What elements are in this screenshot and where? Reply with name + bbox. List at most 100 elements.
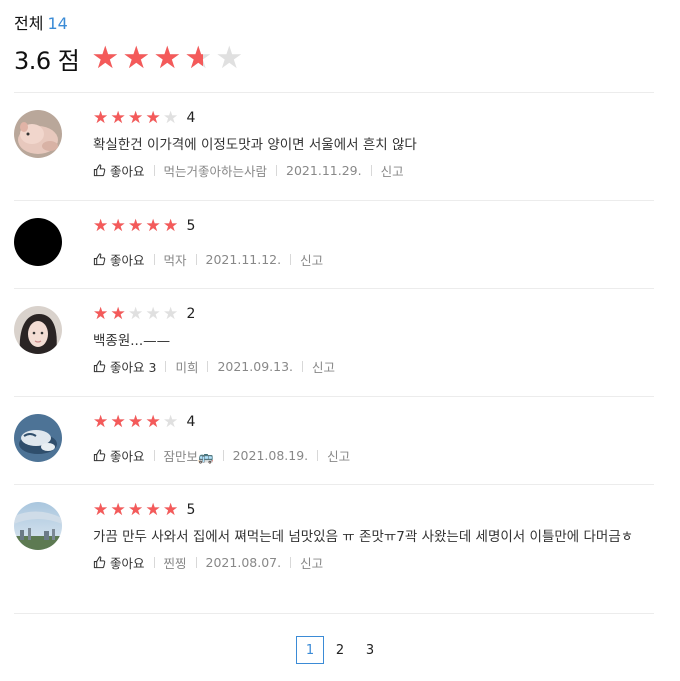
star-rating: ★ ★ ★ ★ ★ ★ ★ bbox=[93, 303, 181, 324]
like-label: 좋아요 bbox=[110, 555, 145, 571]
report-link[interactable]: 신고 bbox=[381, 161, 404, 180]
rating-value: 4 bbox=[186, 414, 196, 430]
summary-label: 전체 bbox=[14, 14, 44, 33]
star-icon: ★ ★ bbox=[128, 411, 144, 432]
star-icon: ★ ★ bbox=[93, 411, 109, 432]
review-text: 가끔 만두 사와서 집에서 쪄먹는데 넘맛있음 ㅠ 존맛ㅠ7곽 사왔는데 세명이… bbox=[93, 529, 634, 545]
star-icon: ★ ★ bbox=[145, 107, 161, 128]
like-button[interactable]: 좋아요 bbox=[93, 161, 145, 180]
meta-separator bbox=[290, 253, 292, 265]
report-link[interactable]: 신고 bbox=[327, 446, 350, 465]
review-date: 2021.09.13. bbox=[217, 358, 293, 374]
meta-separator bbox=[195, 556, 197, 568]
review-author[interactable]: 먹자 bbox=[164, 250, 187, 269]
review-author[interactable]: 먹는거좋아하는사람 bbox=[164, 161, 268, 180]
like-button[interactable]: 좋아요 bbox=[93, 553, 145, 572]
review-meta: 좋아요 잠만보🚌 2021.08.19. 신고 bbox=[93, 445, 654, 465]
page-1-button[interactable]: 1 bbox=[296, 636, 324, 664]
review-author[interactable]: 찐찡 bbox=[164, 553, 187, 572]
star-icon: ★ ★ bbox=[163, 499, 179, 520]
like-label: 좋아요 bbox=[110, 448, 145, 464]
avatar bbox=[14, 110, 62, 158]
review-date: 2021.11.12. bbox=[205, 251, 282, 267]
divider bbox=[14, 396, 654, 397]
star-icon: ★ bbox=[163, 107, 179, 128]
review-item: ★ ★ ★ ★ ★ ★ ★ ★ ★ 4 확실한건 이가격에 이정도맛과 양이면 서울에서 흔치 … bbox=[14, 108, 654, 188]
report-link[interactable]: 신고 bbox=[300, 250, 323, 269]
star-icon: ★ ★ bbox=[93, 215, 109, 236]
report-link[interactable]: 신고 bbox=[312, 357, 335, 376]
rating-value: 5 bbox=[186, 218, 196, 234]
review-meta: 좋아요 찐찡 2021.08.07. 신고 bbox=[93, 552, 654, 572]
review-rating: ★ ★ ★ ★ ★ ★ ★ ★ ★ 4 bbox=[93, 108, 654, 128]
page-3-button[interactable]: 3 bbox=[356, 636, 384, 664]
review-date: 2021.11.29. bbox=[286, 162, 362, 178]
average-rating: 3.6 점 ★ ★ ★ ★ ★ ★ ★ ★ ★ bbox=[14, 40, 246, 76]
review-author[interactable]: 잠만보🚌 bbox=[164, 446, 214, 465]
report-link[interactable]: 신고 bbox=[300, 553, 323, 572]
meta-separator bbox=[370, 164, 372, 176]
star-rating: ★ ★ ★ ★ ★ ★ ★ ★ ★ ★ bbox=[93, 499, 181, 520]
like-button[interactable]: 좋아요 3 bbox=[93, 357, 156, 376]
star-icon: ★ ★ bbox=[122, 39, 151, 76]
meta-separator bbox=[276, 164, 278, 176]
rating-value: 4 bbox=[186, 110, 196, 126]
like-label: 좋아요 bbox=[110, 163, 145, 179]
star-icon: ★ ★ bbox=[110, 107, 126, 128]
thumbs-up-icon bbox=[93, 555, 106, 568]
star-icon: ★ bbox=[163, 303, 179, 324]
review-meta: 좋아요 먹는거좋아하는사람 2021.11.29. 신고 bbox=[93, 160, 654, 180]
review-rating: ★ ★ ★ ★ ★ ★ ★ ★ ★ ★ 5 bbox=[93, 500, 654, 520]
star-rating: ★ ★ ★ ★ ★ ★ ★ ★ ★ ★ bbox=[93, 215, 181, 236]
star-icon: ★ ★ bbox=[93, 107, 109, 128]
pagination: 1 2 3 bbox=[0, 636, 680, 664]
avatar bbox=[14, 502, 62, 550]
meta-separator bbox=[317, 449, 319, 461]
divider bbox=[14, 613, 654, 614]
thumbs-up-icon bbox=[93, 252, 106, 265]
meta-separator bbox=[195, 253, 197, 265]
meta-separator bbox=[165, 360, 167, 372]
review-rating: ★ ★ ★ ★ ★ ★ ★ 2 bbox=[93, 304, 654, 324]
star-icon: ★ ★ bbox=[110, 303, 126, 324]
star-icon: ★ bbox=[128, 303, 144, 324]
meta-separator bbox=[153, 449, 155, 461]
star-icon: ★ ★ bbox=[145, 499, 161, 520]
meta-separator bbox=[290, 556, 292, 568]
star-icon: ★ ★ bbox=[145, 411, 161, 432]
like-button[interactable]: 좋아요 bbox=[93, 250, 145, 269]
divider bbox=[14, 288, 654, 289]
star-icon: ★ ★ bbox=[110, 411, 126, 432]
review-rating: ★ ★ ★ ★ ★ ★ ★ ★ ★ ★ 5 bbox=[93, 216, 654, 236]
divider bbox=[14, 484, 654, 485]
meta-separator bbox=[207, 360, 209, 372]
star-icon: ★ bbox=[163, 411, 179, 432]
review-meta: 좋아요 3 미희 2021.09.13. 신고 bbox=[93, 356, 654, 376]
star-icon: ★ bbox=[215, 39, 244, 76]
meta-separator bbox=[153, 164, 155, 176]
star-icon: ★ ★ bbox=[163, 215, 179, 236]
star-icon: ★ ★ bbox=[128, 499, 144, 520]
review-text: 백종원...—— bbox=[93, 333, 171, 349]
star-icon: ★ ★ bbox=[93, 499, 109, 520]
like-button[interactable]: 좋아요 bbox=[93, 446, 145, 465]
thumbs-up-icon bbox=[93, 359, 106, 372]
meta-separator bbox=[153, 556, 155, 568]
review-summary-count: 전체 14 bbox=[14, 10, 68, 34]
divider bbox=[14, 92, 654, 93]
review-date: 2021.08.19. bbox=[232, 447, 309, 463]
star-icon: ★ ★ bbox=[91, 39, 120, 76]
rating-value: 5 bbox=[186, 502, 196, 518]
meta-separator bbox=[153, 253, 155, 265]
average-score: 3.6 점 bbox=[14, 46, 80, 75]
rating-value: 2 bbox=[186, 306, 196, 322]
review-item: ★ ★ ★ ★ ★ ★ ★ ★ ★ ★ 5 가끔 만두 사와서 집에서 쪄먹는데 넘맛있음 ㅠ 존… bbox=[14, 500, 654, 604]
avatar bbox=[14, 414, 62, 462]
thumbs-up-icon bbox=[93, 163, 106, 176]
page-2-button[interactable]: 2 bbox=[326, 636, 354, 664]
review-item: ★ ★ ★ ★ ★ ★ ★ ★ ★ 4 좋아요 잠만보🚌 2021.08.19. 신고 bbox=[14, 412, 654, 472]
review-date: 2021.08.07. bbox=[205, 554, 282, 570]
review-author[interactable]: 미희 bbox=[175, 357, 198, 376]
summary-count: 14 bbox=[47, 14, 68, 33]
like-label: 좋아요 bbox=[110, 252, 145, 268]
